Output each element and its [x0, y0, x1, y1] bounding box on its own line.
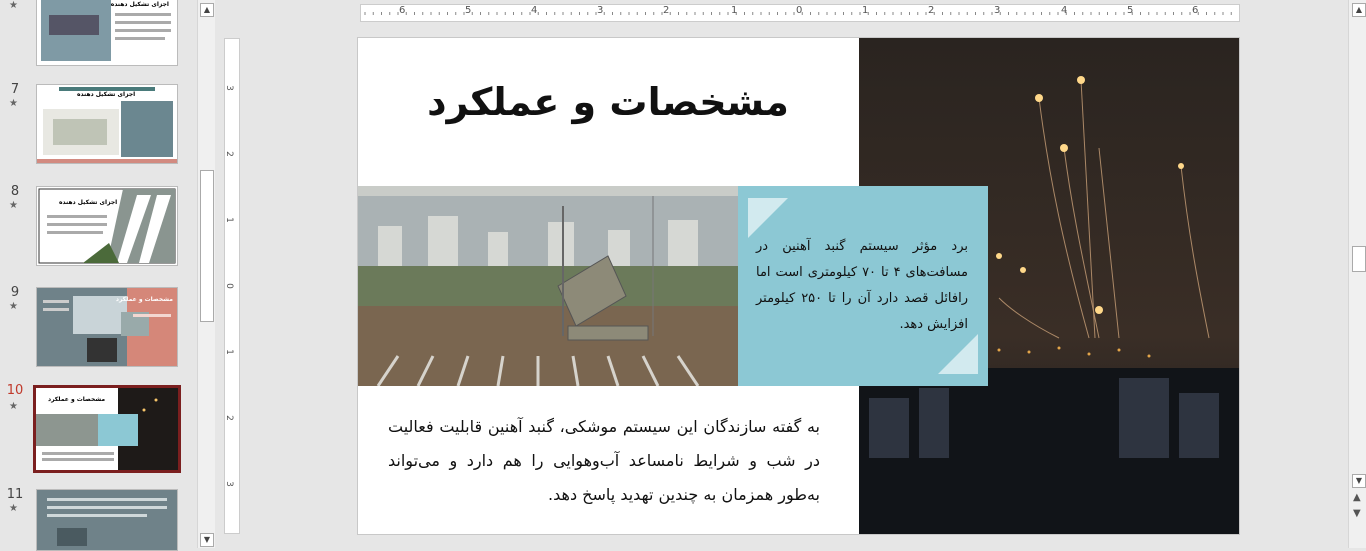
animation-star-icon: ★: [9, 200, 18, 211]
scroll-up-arrow-icon[interactable]: ▲: [1352, 3, 1366, 17]
slide-number: 7: [10, 82, 20, 97]
slide-thumbnail-10[interactable]: مشخصات و عملکرد: [33, 385, 181, 473]
ruler-label: 4: [1061, 5, 1068, 16]
horizontal-ruler[interactable]: 6 5 4 3 2 1 0 1 2 3 4 5 6: [360, 4, 1240, 22]
animation-star-icon: ★: [9, 401, 18, 412]
ruler-label: 6: [1192, 5, 1199, 16]
thumbnail-7-title: اجزای تشکیل دهنده: [77, 91, 136, 98]
slide-thumbnail-9[interactable]: مشخصات و عملکرد: [36, 287, 178, 367]
thumbnail-10-title: مشخصات و عملکرد: [48, 396, 106, 403]
ruler-label: 4: [531, 5, 538, 16]
slide-number: 10: [6, 383, 24, 398]
info-box-text[interactable]: برد مؤثر سیستم گنبد آهنین در مسافت‌های ۴…: [756, 234, 968, 338]
main-vertical-scrollbar[interactable]: ▲ ▼ ▲ ▼: [1348, 0, 1366, 548]
ruler-label: 1: [862, 5, 869, 16]
scrollbar-thumb[interactable]: [200, 170, 214, 322]
ruler-label: 3: [223, 85, 234, 91]
body-paragraph[interactable]: به گفته سازندگان این سیستم موشکی، گنبد آ…: [388, 410, 820, 512]
slide-number: 8: [10, 184, 20, 199]
animation-star-icon: ★: [9, 301, 18, 312]
ruler-label: 5: [1127, 5, 1134, 16]
scroll-down-arrow-icon[interactable]: ▼: [1352, 474, 1366, 488]
slide-thumbnail-11[interactable]: [36, 489, 178, 551]
slide-thumbnail-8[interactable]: اجزای تشکیل دهنده: [36, 186, 178, 266]
vertical-ruler[interactable]: 3 2 1 0 1 2 3: [224, 38, 240, 534]
ruler-label: 3: [597, 5, 604, 16]
ruler-label: 0: [223, 283, 234, 289]
ruler-label: 2: [223, 415, 234, 421]
animation-star-icon: ★: [9, 0, 18, 11]
animation-star-icon: ★: [9, 98, 18, 109]
info-text-box[interactable]: برد مؤثر سیستم گنبد آهنین در مسافت‌های ۴…: [738, 186, 988, 386]
slide-thumbnail-7[interactable]: اجزای تشکیل دهنده: [36, 84, 178, 164]
ruler-label: 1: [223, 349, 234, 355]
ruler-label: 2: [928, 5, 935, 16]
next-slide-icon[interactable]: ▼: [1353, 508, 1361, 519]
slide-thumbnail-pane: ★ اجزای تشکیل دهنده 7 ★ اجزای تشکیل دهند…: [0, 0, 196, 551]
slide-canvas[interactable]: مشخصات و عملکرد برد مؤثر سیستم گنبد آهنی…: [357, 37, 1240, 535]
ruler-label: 2: [663, 5, 670, 16]
animation-star-icon: ★: [9, 503, 18, 514]
thumbnail-scrollbar[interactable]: ▲ ▼: [197, 0, 215, 548]
ruler-label: 5: [465, 5, 472, 16]
ruler-label: 1: [223, 217, 234, 223]
slide-title[interactable]: مشخصات و عملکرد: [358, 80, 858, 124]
ruler-label: 6: [399, 5, 406, 16]
ruler-label: 2: [223, 151, 234, 157]
slide-number: 9: [10, 285, 20, 300]
thumbnail-11-art: [37, 490, 177, 550]
ruler-label: 1: [731, 5, 738, 16]
slide-number: 11: [6, 487, 24, 502]
thumbnail-6-art: [37, 0, 177, 65]
scrollbar-thumb[interactable]: [1352, 246, 1366, 272]
ruler-label: 3: [994, 5, 1001, 16]
thumbnail-6-title: اجزای تشکیل دهنده: [110, 1, 169, 8]
ruler-label: 3: [223, 481, 234, 487]
previous-slide-icon[interactable]: ▲: [1353, 492, 1361, 503]
iron-dome-launcher-photo[interactable]: [358, 186, 738, 386]
scroll-down-arrow-icon[interactable]: ▼: [200, 533, 214, 547]
slide-thumbnail-6[interactable]: اجزای تشکیل دهنده: [36, 0, 178, 66]
thumbnail-8-title: اجزای تشکیل دهنده: [59, 199, 118, 206]
thumbnail-9-title: مشخصات و عملکرد: [115, 296, 173, 303]
ruler-label: 0: [796, 5, 803, 16]
scroll-up-arrow-icon[interactable]: ▲: [200, 3, 214, 17]
